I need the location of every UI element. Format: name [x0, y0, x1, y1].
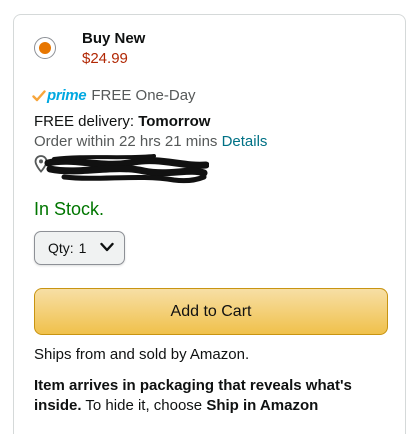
packaging-text: To hide it, choose [81, 397, 207, 414]
details-link[interactable]: Details [222, 133, 268, 150]
prime-check-icon [32, 90, 46, 102]
buy-box: Buy New $24.99 prime FREE One-Day FREE d… [13, 14, 406, 434]
ships-from-text: Ships from and sold by Amazon. [34, 346, 250, 363]
quantity-value: 1 [78, 240, 87, 256]
ship-in-amazon-link[interactable]: Ship in Amazon [206, 397, 318, 414]
buy-new-radio[interactable] [34, 37, 56, 59]
prime-badge: prime FREE One-Day [32, 85, 196, 105]
add-to-cart-button[interactable]: Add to Cart [34, 288, 388, 335]
delivery-prefix: FREE delivery: [34, 113, 139, 130]
quantity-label: Qty: [48, 240, 74, 256]
packaging-notice: Item arrives in packaging that reveals w… [34, 376, 384, 416]
redaction-scribble [44, 154, 209, 184]
quantity-select[interactable]: Qty: 1 [34, 231, 125, 265]
chevron-down-icon [100, 242, 114, 252]
radio-selected-dot [39, 42, 51, 54]
delivery-message: FREE delivery: Tomorrow [34, 113, 210, 130]
deliver-to-location[interactable] [34, 153, 209, 184]
order-countdown: Order within 22 hrs 21 mins Details [34, 133, 267, 150]
stock-status: In Stock. [34, 199, 105, 219]
offer-title: Buy New [82, 30, 146, 47]
prime-tagline: FREE One-Day [91, 86, 196, 104]
order-within-text: Order within 22 hrs 21 mins [34, 133, 222, 150]
prime-logo: prime [47, 86, 87, 104]
offer-price: $24.99 [82, 50, 128, 67]
delivery-day: Tomorrow [138, 113, 211, 130]
